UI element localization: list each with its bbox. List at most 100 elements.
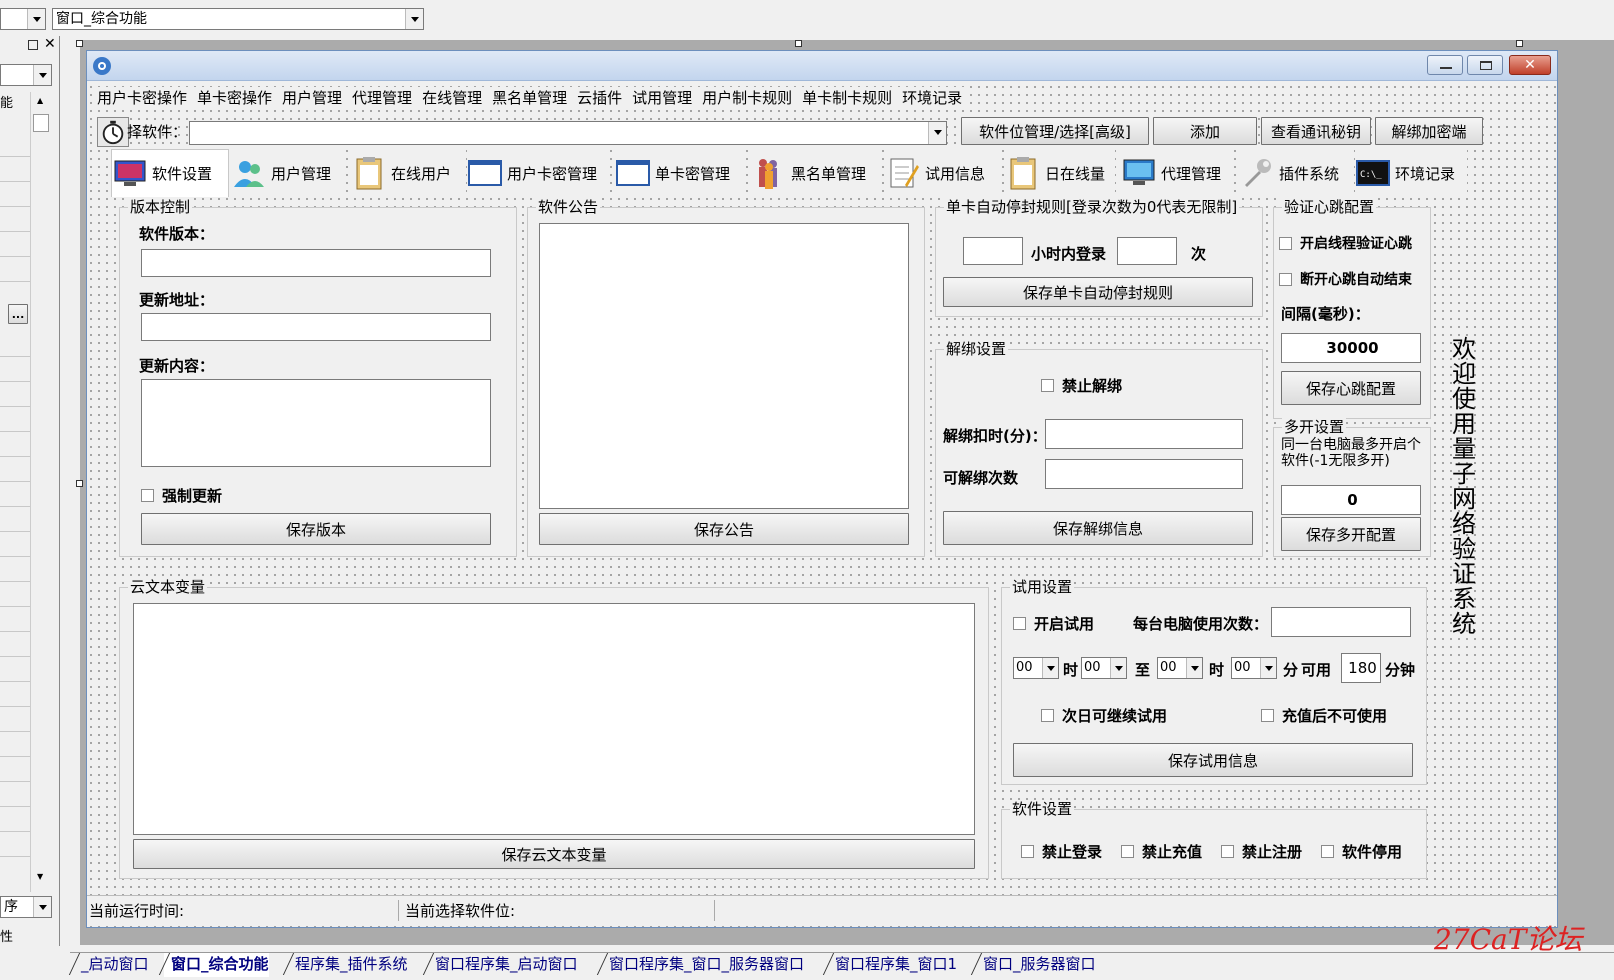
unbind-count-input[interactable] <box>1045 459 1243 489</box>
checkbox-box[interactable] <box>1279 236 1292 250</box>
tab-plugin-system[interactable]: 插件系统 <box>1239 149 1349 197</box>
checkbox-box[interactable] <box>1041 709 1054 722</box>
save-notice-button[interactable]: 保存公告 <box>539 513 909 545</box>
menu-item[interactable]: 用户制卡规则 <box>698 87 798 109</box>
checkbox-box[interactable] <box>141 489 154 502</box>
save-trial-button[interactable]: 保存试用信息 <box>1013 743 1413 777</box>
menu-item[interactable]: 环境记录 <box>898 87 968 109</box>
available-minutes-input[interactable]: 180 <box>1341 653 1381 683</box>
scroll-down-icon[interactable]: ▼ <box>37 872 43 881</box>
update-url-input[interactable] <box>141 313 491 341</box>
window-selector-combo[interactable]: 窗口_综合功能 <box>52 8 424 30</box>
hours-input[interactable] <box>963 237 1023 265</box>
panel-pin-icon[interactable] <box>28 40 38 50</box>
cloud-text-textarea[interactable] <box>133 603 975 835</box>
notice-textarea[interactable] <box>539 223 909 509</box>
checkbox-box[interactable] <box>1041 379 1054 392</box>
unbind-deduct-input[interactable] <box>1045 419 1243 449</box>
forbid-recharge-checkbox[interactable]: 禁止充值 <box>1121 841 1202 862</box>
menu-item[interactable]: 黑名单管理 <box>488 87 573 109</box>
bottom-tab[interactable]: 窗口程序集_窗口1 <box>822 953 957 977</box>
save-auto-ban-button[interactable]: 保存单卡自动停封规则 <box>943 277 1253 307</box>
add-button[interactable]: 添加 <box>1153 117 1257 145</box>
bottom-tab[interactable]: 窗口程序集_窗口_服务器窗口 <box>596 953 804 977</box>
checkbox-box[interactable] <box>1121 845 1134 858</box>
save-multi-open-button[interactable]: 保存多开配置 <box>1281 517 1421 551</box>
tab-user-card-management[interactable]: 用户卡密管理 <box>467 149 607 197</box>
save-cloud-text-button[interactable]: 保存云文本变量 <box>133 839 975 869</box>
checkbox-box[interactable] <box>1279 272 1292 286</box>
tab-single-card-management[interactable]: 单卡密管理 <box>615 149 741 197</box>
close-button[interactable]: ✕ <box>1509 55 1551 75</box>
menu-item[interactable]: 单卡密操作 <box>193 87 278 109</box>
resize-handle[interactable] <box>76 40 83 47</box>
tab-daily-online[interactable]: 日在线量 <box>1005 149 1115 197</box>
bottom-tab[interactable]: _启动窗口 <box>68 953 149 977</box>
menu-item[interactable]: 代理管理 <box>348 87 418 109</box>
multi-open-input[interactable]: 0 <box>1281 485 1421 515</box>
thread-heartbeat-checkbox[interactable]: 开启线程验证心跳 <box>1279 233 1412 253</box>
save-heartbeat-button[interactable]: 保存心跳配置 <box>1281 371 1421 405</box>
save-unbind-button[interactable]: 保存解绑信息 <box>943 511 1253 545</box>
force-update-checkbox[interactable]: 强制更新 <box>141 485 222 506</box>
disable-software-checkbox[interactable]: 软件停用 <box>1321 841 1402 862</box>
save-version-button[interactable]: 保存版本 <box>141 513 491 545</box>
forbid-unbind-checkbox[interactable]: 禁止解绑 <box>1041 375 1122 396</box>
version-input[interactable] <box>141 249 491 277</box>
checkbox-box[interactable] <box>1021 845 1034 858</box>
enable-trial-checkbox[interactable]: 开启试用 <box>1013 613 1094 634</box>
login-times-input[interactable] <box>1117 237 1177 265</box>
menu-item[interactable]: 在线管理 <box>418 87 488 109</box>
menu-item[interactable]: 试用管理 <box>628 87 698 109</box>
bottom-tab[interactable]: 窗口程序集_启动窗口 <box>422 953 578 977</box>
end-minute-select[interactable]: 00 <box>1231 657 1277 679</box>
tab-environment-log[interactable]: C:\_ 环境记录 <box>1355 149 1467 197</box>
per-pc-input[interactable] <box>1271 607 1411 637</box>
ellipsis-button[interactable]: ... <box>8 304 28 324</box>
unbind-encrypt-button[interactable]: 解绑加密端 <box>1375 117 1483 145</box>
software-slot-button[interactable]: 软件位管理/选择[高级] <box>961 117 1149 145</box>
left-panel-combo[interactable] <box>0 64 52 86</box>
bottom-tab[interactable]: 窗口_服务器窗口 <box>970 953 1096 977</box>
menu-item[interactable]: 用户卡密操作 <box>93 87 193 109</box>
forbid-register-checkbox[interactable]: 禁止注册 <box>1221 841 1302 862</box>
end-hour-select[interactable]: 00 <box>1157 657 1203 679</box>
checkbox-box[interactable] <box>1321 845 1334 858</box>
menu-item[interactable]: 用户管理 <box>278 87 348 109</box>
minimize-button[interactable] <box>1427 55 1463 75</box>
forbid-login-checkbox[interactable]: 禁止登录 <box>1021 841 1102 862</box>
tab-software-settings[interactable]: 软件设置 <box>111 149 229 197</box>
panel-close-icon[interactable]: ✕ <box>44 36 56 52</box>
tab-blacklist-management[interactable]: 黑名单管理 <box>751 149 879 197</box>
resize-handle[interactable] <box>795 40 802 47</box>
scroll-up-icon[interactable]: ▲ <box>37 96 43 105</box>
next-day-trial-checkbox[interactable]: 次日可继续试用 <box>1041 705 1167 726</box>
disconnect-end-checkbox[interactable]: 断开心跳自动结束 <box>1279 269 1412 289</box>
resize-handle[interactable] <box>76 480 83 487</box>
menu-item[interactable]: 单卡制卡规则 <box>798 87 898 109</box>
software-combo[interactable] <box>189 121 947 145</box>
checkbox-box[interactable] <box>1013 617 1026 630</box>
maximize-button[interactable] <box>1467 55 1503 75</box>
start-minute-select[interactable]: 00 <box>1081 657 1127 679</box>
disable-after-recharge-checkbox[interactable]: 充值后不可使用 <box>1261 705 1387 726</box>
checkbox-box[interactable] <box>1261 709 1274 722</box>
left-panel-scrollbar[interactable]: ▲ ▼ <box>30 92 50 892</box>
menu-item[interactable]: 云插件 <box>573 87 628 109</box>
bottom-tab[interactable]: 程序集_插件系统 <box>282 953 408 977</box>
tab-trial-info[interactable]: 试用信息 <box>885 149 997 197</box>
view-key-button[interactable]: 查看通讯秘钥 <box>1261 117 1371 145</box>
checkbox-box[interactable] <box>1221 845 1234 858</box>
interval-input[interactable]: 30000 <box>1281 333 1421 363</box>
tab-agent-management[interactable]: 代理管理 <box>1121 149 1233 197</box>
tab-online-users[interactable]: 在线用户 <box>351 149 461 197</box>
bottom-tab-active[interactable]: 窗口_综合功能 <box>158 953 269 977</box>
scroll-thumb[interactable] <box>33 114 49 132</box>
top-left-combo[interactable] <box>0 8 46 30</box>
stopwatch-icon[interactable] <box>97 117 129 147</box>
resize-handle[interactable] <box>1516 40 1523 47</box>
tab-user-management[interactable]: 用户管理 <box>231 149 343 197</box>
left-bottom-combo[interactable]: 序 <box>0 896 52 918</box>
update-content-textarea[interactable] <box>141 379 491 467</box>
start-hour-select[interactable]: 00 <box>1013 657 1059 679</box>
